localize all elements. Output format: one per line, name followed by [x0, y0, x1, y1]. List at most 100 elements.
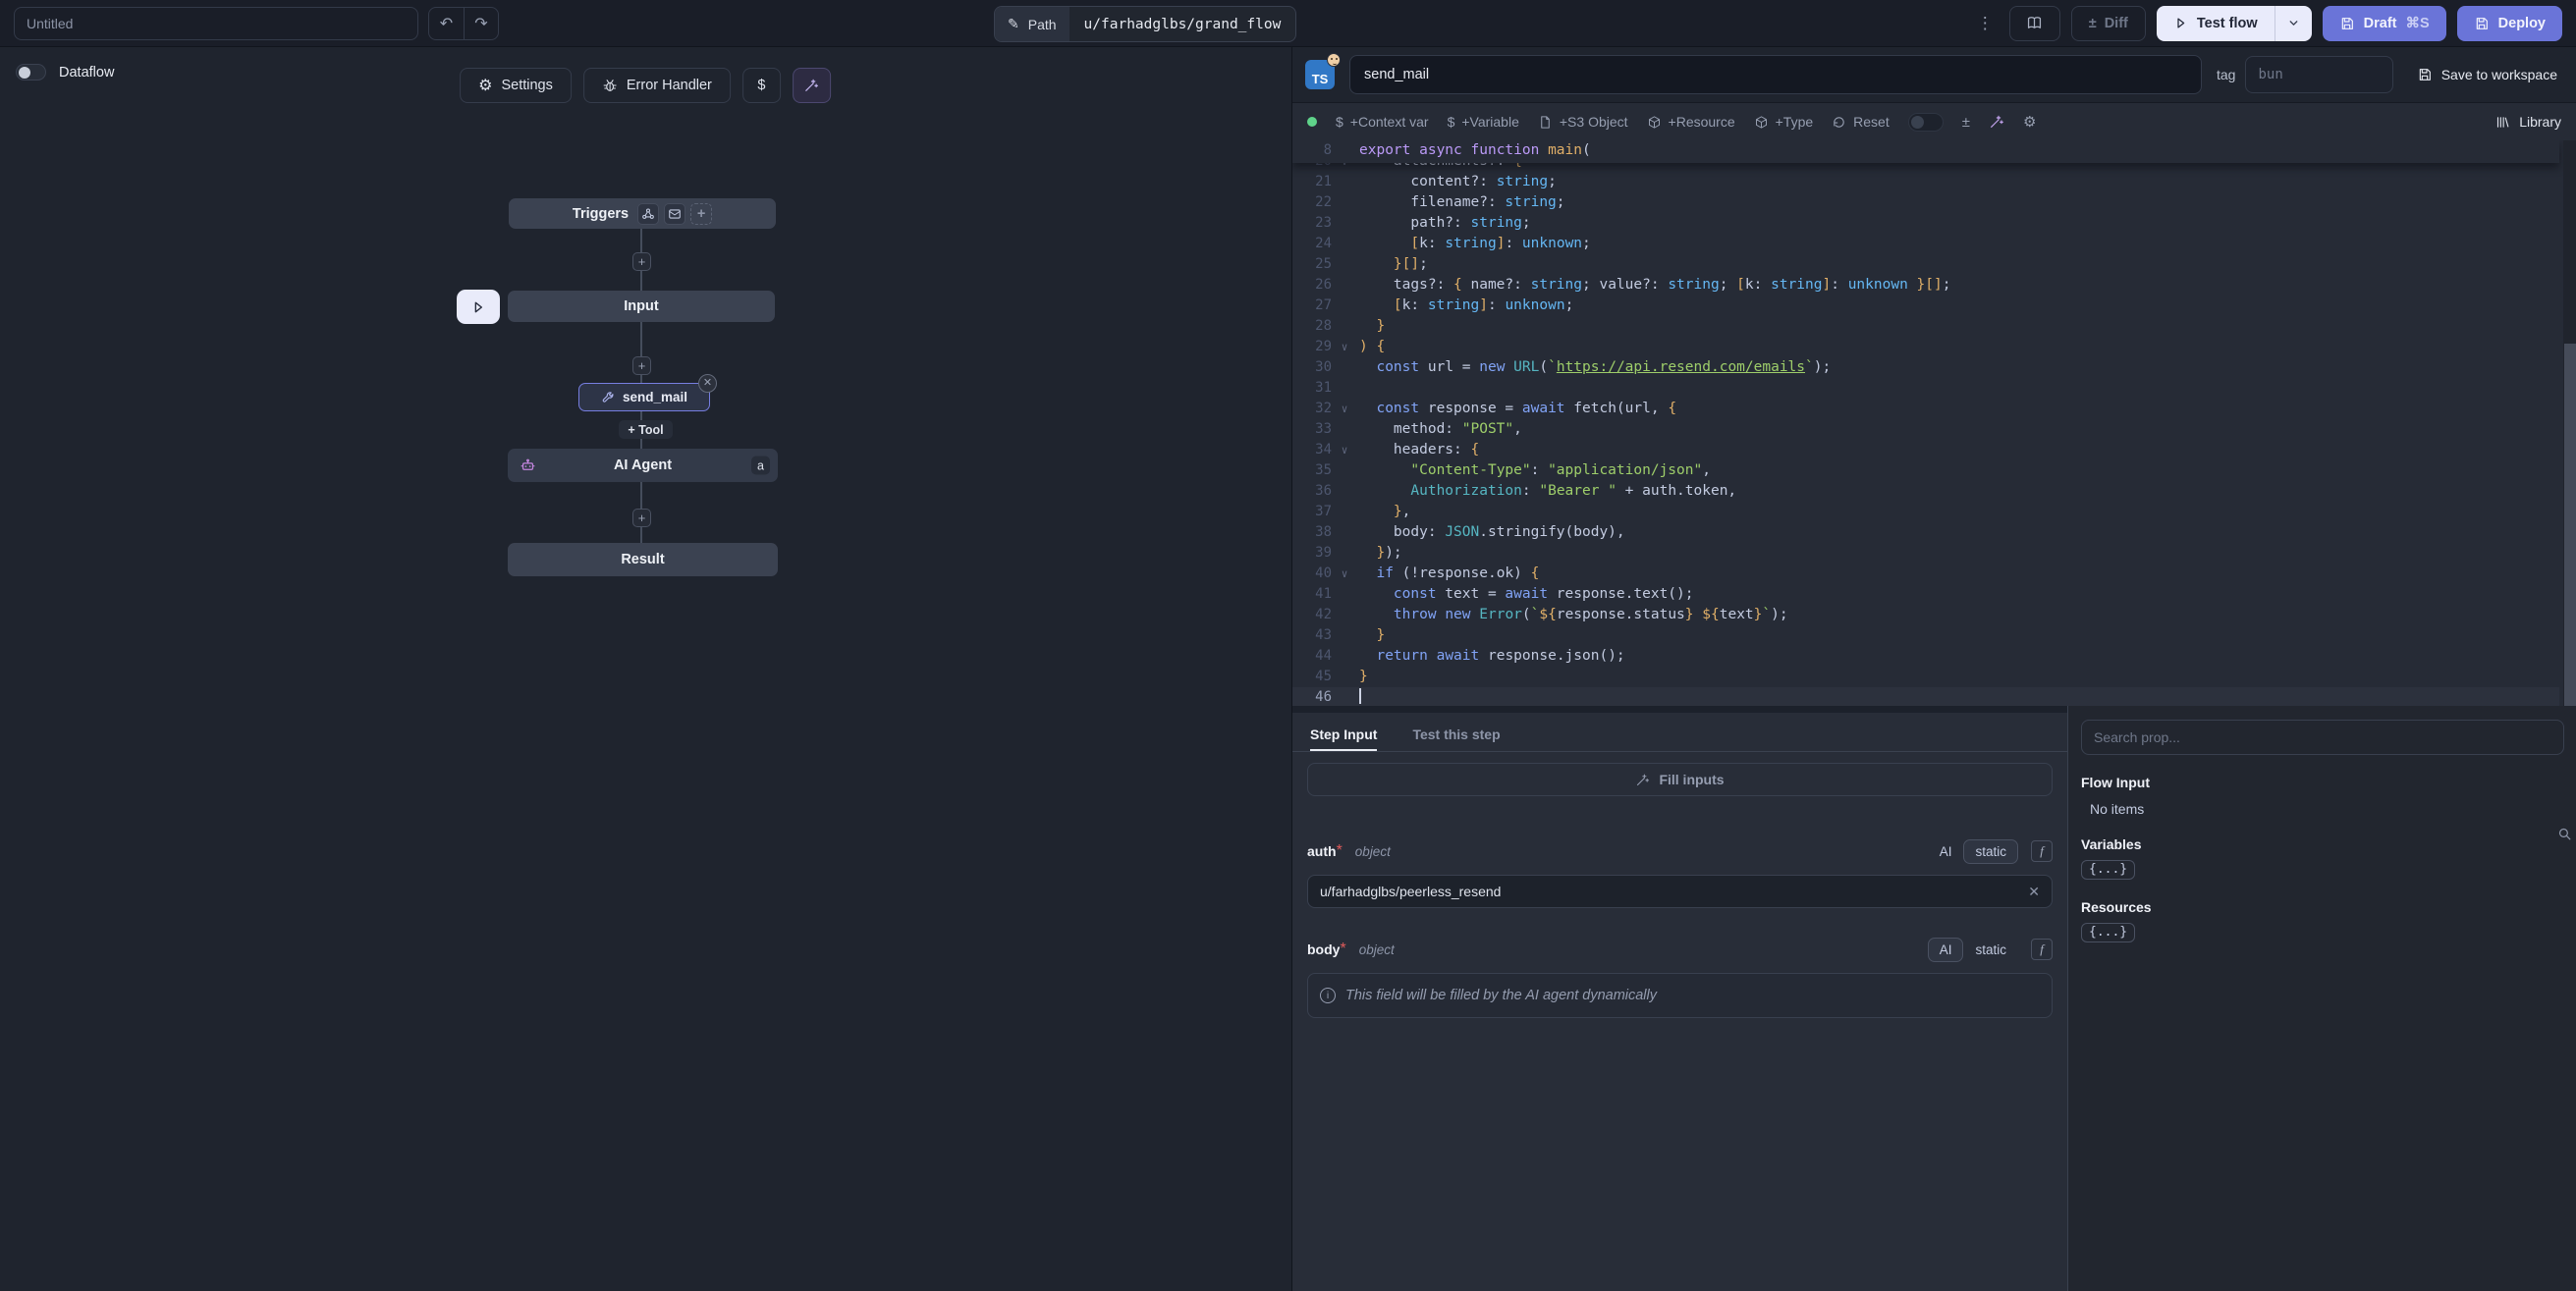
redo-button[interactable]: ↷ — [464, 8, 498, 39]
auth-expression-button[interactable]: f — [2031, 840, 2053, 862]
flow-title-input[interactable] — [14, 7, 418, 40]
code-line[interactable]: 33 method: "POST", — [1292, 419, 2559, 440]
editor-settings-button[interactable]: ⚙ — [2023, 113, 2036, 131]
code-line[interactable]: 39 }); — [1292, 543, 2559, 564]
code-line[interactable]: 25 }[]; — [1292, 254, 2559, 275]
draft-button[interactable]: Draft ⌘S — [2323, 6, 2446, 41]
clear-auth-button[interactable]: ✕ — [2028, 884, 2040, 900]
code-line[interactable]: 40∨ if (!response.ok) { — [1292, 564, 2559, 584]
toolbar--type-button[interactable]: +Type — [1754, 114, 1814, 130]
editor-toggle[interactable] — [1908, 113, 1944, 132]
save-to-workspace-button[interactable]: Save to workspace — [2417, 67, 2557, 82]
auth-resource-input[interactable]: u/farhadglbs/peerless_resend ✕ — [1307, 875, 2053, 908]
settings-button[interactable]: ⚙ Settings — [460, 68, 572, 103]
add-step-button[interactable]: + — [632, 509, 651, 527]
auth-mode-static[interactable]: static — [1963, 839, 2018, 864]
email-trigger-icon[interactable] — [664, 203, 685, 225]
code-line[interactable]: 32∨ const response = await fetch(url, { — [1292, 399, 2559, 419]
fill-inputs-button[interactable]: Fill inputs — [1307, 763, 2053, 796]
props-section-resources: Resources{...} — [2081, 899, 2564, 942]
toolbar--context-var-button[interactable]: $+Context var — [1336, 114, 1429, 130]
dataflow-toggle[interactable] — [16, 64, 46, 81]
deploy-button[interactable]: Deploy — [2457, 6, 2562, 41]
typescript-language-icon[interactable]: TS — [1305, 60, 1335, 89]
path-button[interactable]: ✎ Path u/farhadglbs/grand_flow — [994, 6, 1296, 42]
webhook-trigger-icon[interactable] — [637, 203, 659, 225]
more-menu-button[interactable]: ⋮ — [1972, 14, 1999, 33]
code-line[interactable]: 44 return await response.json(); — [1292, 646, 2559, 667]
step-name-input[interactable] — [1349, 55, 2202, 94]
toolbar-reset-button[interactable]: Reset — [1832, 114, 1890, 130]
code-line[interactable]: 24 [k: string]: unknown; — [1292, 234, 2559, 254]
fold-chevron-icon[interactable]: ∨ — [1332, 399, 1357, 419]
toolbar--resource-button[interactable]: +Resource — [1647, 114, 1735, 130]
code-line[interactable]: 36 Authorization: "Bearer " + auth.token… — [1292, 481, 2559, 502]
ai-wand-button[interactable] — [793, 68, 831, 103]
code-editor[interactable]: 20∨ attachments?: {21 content?: string;2… — [1292, 140, 2576, 706]
code-line[interactable]: 42 throw new Error(`${response.status} $… — [1292, 605, 2559, 625]
code-line[interactable]: 31 — [1292, 378, 2559, 399]
add-trigger-button[interactable]: + — [690, 203, 712, 225]
code-line[interactable]: 43 } — [1292, 625, 2559, 646]
props-empty-text: No items — [2090, 801, 2564, 817]
remove-tool-button[interactable]: ✕ — [698, 374, 717, 393]
run-from-input-button[interactable] — [457, 290, 500, 324]
code-line[interactable]: 8export async function main( — [1292, 140, 2559, 163]
add-step-button[interactable]: + — [632, 252, 651, 271]
library-button[interactable]: Library — [2495, 114, 2561, 130]
toolbar--variable-button[interactable]: $+Variable — [1448, 114, 1519, 130]
search-icon[interactable] — [2556, 826, 2573, 842]
test-flow-dropdown[interactable] — [2275, 6, 2312, 41]
diff-mode-button[interactable]: ± — [1962, 114, 1970, 131]
fold-chevron-icon[interactable]: ∨ — [1332, 440, 1357, 460]
fold-spacer — [1332, 460, 1357, 481]
test-flow-button[interactable]: Test flow — [2157, 6, 2312, 41]
body-mode-toggle: AI static — [1928, 938, 2018, 962]
fold-chevron-icon[interactable]: ∨ — [1332, 564, 1357, 584]
add-tool-button[interactable]: + Tool — [619, 420, 673, 439]
diff-button[interactable]: ± Diff — [2071, 6, 2146, 41]
error-handler-button[interactable]: Error Handler — [583, 68, 731, 103]
body-mode-ai[interactable]: AI — [1928, 938, 1964, 962]
code-line[interactable]: 29∨) { — [1292, 337, 2559, 357]
code-line[interactable]: 41 const text = await response.text(); — [1292, 584, 2559, 605]
tab-test-this-step[interactable]: Test this step — [1412, 726, 1500, 751]
code-line[interactable]: 38 body: JSON.stringify(body), — [1292, 522, 2559, 543]
code-line[interactable]: 23 path?: string; — [1292, 213, 2559, 234]
code-line[interactable]: 22 filename?: string; — [1292, 192, 2559, 213]
code-line[interactable]: 27 [k: string]: unknown; — [1292, 296, 2559, 316]
settings-label: Settings — [501, 78, 552, 93]
code-line[interactable]: 30 const url = new URL(`https://api.rese… — [1292, 357, 2559, 378]
code-line[interactable]: 26 tags?: { name?: string; value?: strin… — [1292, 275, 2559, 296]
code-line[interactable]: 46 — [1292, 687, 2559, 706]
node-input[interactable]: Input — [508, 291, 775, 322]
code-line[interactable]: 35 "Content-Type": "application/json", — [1292, 460, 2559, 481]
code-line[interactable]: 34∨ headers: { — [1292, 440, 2559, 460]
editor-scrollbar[interactable] — [2563, 140, 2576, 706]
dollar-button[interactable]: $ — [742, 68, 781, 103]
object-badge[interactable]: {...} — [2081, 860, 2135, 880]
node-ai-agent[interactable]: AI Agent a — [508, 449, 778, 482]
body-mode-static[interactable]: static — [1963, 938, 2018, 962]
code-line[interactable]: 28 } — [1292, 316, 2559, 337]
scrollbar-thumb[interactable] — [2564, 344, 2576, 706]
plus-minus-icon: ± — [2089, 16, 2097, 31]
node-triggers[interactable]: Triggers + — [509, 198, 776, 229]
code-line[interactable]: 45} — [1292, 667, 2559, 687]
undo-button[interactable]: ↶ — [429, 8, 464, 39]
search-prop-input[interactable] — [2081, 720, 2564, 755]
node-result[interactable]: Result — [508, 543, 778, 576]
tag-input[interactable] — [2245, 56, 2393, 93]
toolbar--s3-object-button[interactable]: +S3 Object — [1538, 114, 1628, 130]
code-line[interactable]: 37 }, — [1292, 502, 2559, 522]
code-line[interactable]: 21 content?: string; — [1292, 172, 2559, 192]
tab-step-input[interactable]: Step Input — [1310, 726, 1377, 751]
fold-chevron-icon[interactable]: ∨ — [1332, 337, 1357, 357]
object-badge[interactable]: {...} — [2081, 923, 2135, 942]
body-expression-button[interactable]: f — [2031, 939, 2053, 960]
add-step-button[interactable]: + — [632, 356, 651, 375]
auth-mode-ai[interactable]: AI — [1928, 839, 1964, 864]
ai-assist-button[interactable] — [1989, 114, 2004, 130]
docs-button[interactable] — [2009, 6, 2060, 41]
node-send-mail-tool[interactable]: send_mail — [578, 383, 710, 411]
